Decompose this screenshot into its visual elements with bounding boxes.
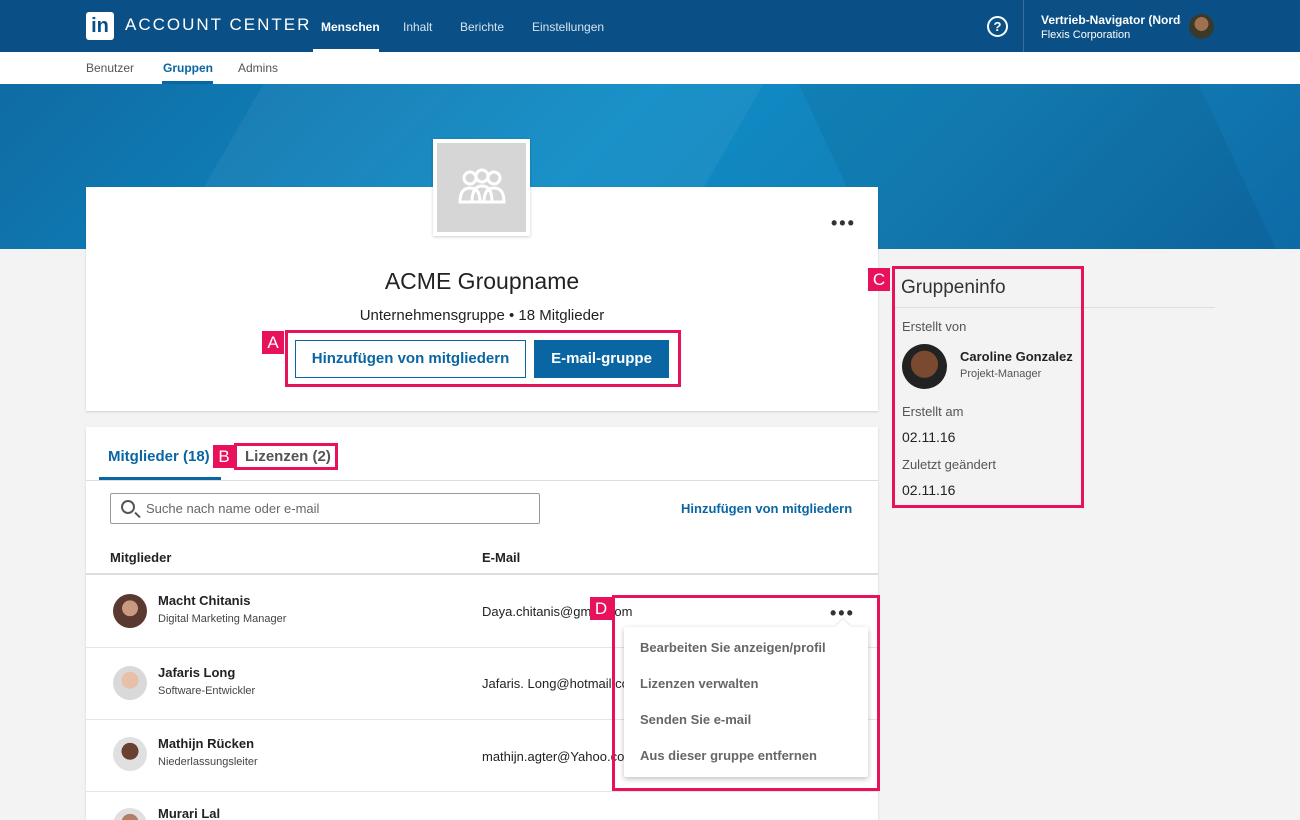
member-avatar[interactable] [113,594,147,628]
annotation-label-c: C [868,268,890,291]
nav-item-menschen[interactable]: Menschen [321,20,380,34]
member-name[interactable]: Murari Lal [158,806,220,820]
linkedin-logo-icon[interactable]: in [86,12,114,40]
nav-item-inhalt[interactable]: Inhalt [403,20,432,34]
column-header-email[interactable]: E-Mail [482,550,520,565]
sub-nav: Benutzer Gruppen Admins [0,52,1300,84]
nav-item-einstellungen[interactable]: Einstellungen [532,20,604,34]
tabs-divider [86,480,878,481]
member-title: Software-Entwickler [158,685,256,697]
account-avatar[interactable] [1189,14,1214,39]
annotation-box-b [234,443,338,470]
annotation-box-d [612,595,880,791]
nav-divider [1023,0,1024,52]
account-org: Flexis Corporation [1041,29,1131,41]
column-header-members[interactable]: Mitglieder [110,550,171,565]
annotation-box-a [285,330,681,387]
group-people-icon [457,168,506,203]
brand-title: ACCOUNT CENTER [125,15,312,34]
search-input[interactable]: Suche nach name oder e-mail [110,493,540,524]
group-more-options-icon[interactable]: ••• [831,214,856,232]
subnav-item-admins[interactable]: Admins [238,61,278,75]
row-divider [86,791,878,792]
member-avatar[interactable] [113,666,147,700]
help-icon[interactable]: ? [987,16,1008,37]
table-header-divider [86,573,878,575]
top-nav: in ACCOUNT CENTER Menschen Inhalt Berich… [0,0,1300,52]
member-avatar[interactable] [113,737,147,771]
subnav-item-gruppen[interactable]: Gruppen [163,61,213,75]
tab-members[interactable]: Mitglieder (18) [108,448,210,465]
member-name[interactable]: Mathijn Rücken [158,736,254,751]
add-members-link[interactable]: Hinzufügen von mitgliedern [681,501,852,516]
subnav-item-benutzer[interactable]: Benutzer [86,61,134,75]
annotation-label-b: B [213,445,235,468]
annotation-label-d: D [590,597,612,620]
group-subtitle: Unternehmensgruppe • 18 Mitglieder [359,307,605,324]
group-name: ACME Groupname [384,268,580,294]
member-title: Niederlassungsleiter [158,756,258,768]
search-icon [121,500,135,514]
member-title: Digital Marketing Manager [158,613,287,625]
search-placeholder: Suche nach name oder e-mail [146,501,320,516]
annotation-box-c [892,266,1084,508]
member-name[interactable]: Jafaris Long [158,665,235,680]
group-image[interactable] [433,139,530,236]
member-name[interactable]: Macht Chitanis [158,593,250,608]
account-name[interactable]: Vertrieb-Navigator (Nordamerika) [1041,13,1181,27]
annotation-label-a: A [262,331,284,354]
nav-item-berichte[interactable]: Berichte [460,20,504,34]
